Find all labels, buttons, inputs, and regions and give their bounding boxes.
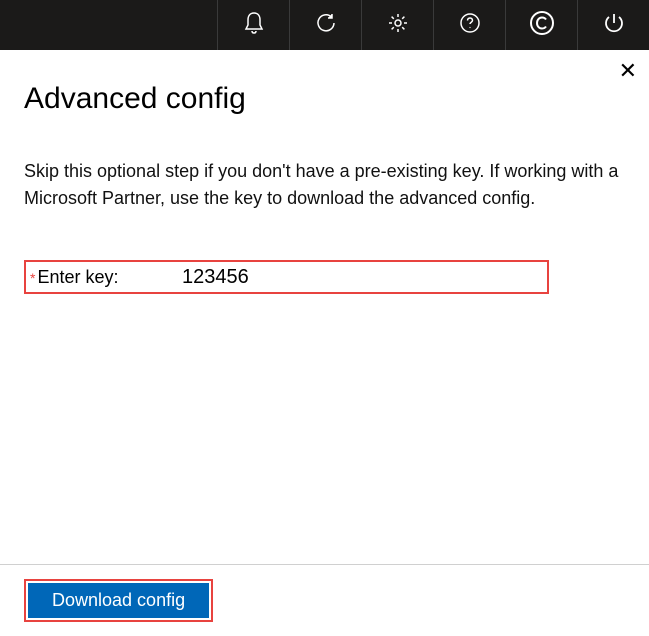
page-title: Advanced config <box>24 82 625 116</box>
copyright-button[interactable] <box>505 0 577 50</box>
enter-key-field-row: * Enter key: <box>24 260 549 294</box>
refresh-button[interactable] <box>289 0 361 50</box>
dialog-footer: Download config <box>0 564 649 636</box>
required-marker: * <box>30 270 35 286</box>
help-button[interactable] <box>433 0 505 50</box>
enter-key-label-wrap: * Enter key: <box>30 267 182 288</box>
download-config-button[interactable]: Download config <box>28 583 209 618</box>
bell-icon <box>243 11 265 40</box>
settings-button[interactable] <box>361 0 433 50</box>
close-button[interactable]: ✕ <box>619 60 637 82</box>
enter-key-label: Enter key: <box>37 267 118 288</box>
refresh-icon <box>314 11 338 40</box>
copyright-icon <box>528 9 556 42</box>
power-icon <box>602 11 626 40</box>
help-icon <box>458 11 482 40</box>
gear-icon <box>386 11 410 40</box>
enter-key-input[interactable] <box>182 265 522 289</box>
download-button-highlight: Download config <box>24 579 213 622</box>
dialog-description: Skip this optional step if you don't hav… <box>24 158 625 212</box>
power-button[interactable] <box>577 0 649 50</box>
notifications-button[interactable] <box>217 0 289 50</box>
header-toolbar <box>0 0 649 50</box>
dialog-body: Advanced config Skip this optional step … <box>0 50 649 294</box>
close-icon: ✕ <box>619 58 637 83</box>
dialog-panel: ✕ Advanced config Skip this optional ste… <box>0 50 649 294</box>
